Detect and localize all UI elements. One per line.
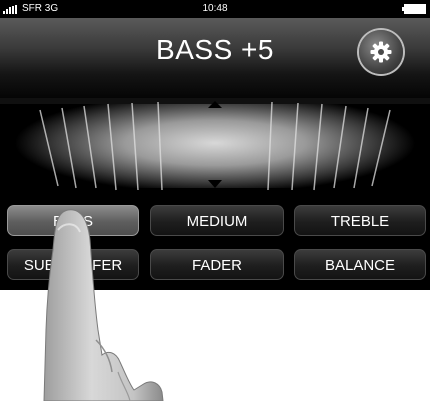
bass-button[interactable]: BASS bbox=[7, 205, 139, 236]
app-screen: SFR 3G 10:48 BASS +5 BASS MEDIUM TREBLE … bbox=[0, 0, 430, 290]
settings-button[interactable] bbox=[359, 30, 403, 74]
subwoofer-button[interactable]: SUBWOOFER bbox=[7, 249, 139, 280]
status-time: 10:48 bbox=[202, 3, 228, 14]
mode-buttons: BASS MEDIUM TREBLE SUBWOOFER FADER BALAN… bbox=[0, 198, 430, 290]
fader-button[interactable]: FADER bbox=[150, 249, 284, 280]
status-bar: SFR 3G 10:48 bbox=[0, 0, 430, 18]
medium-button[interactable]: MEDIUM bbox=[150, 205, 284, 236]
balance-button[interactable]: BALANCE bbox=[294, 249, 426, 280]
bass-level-meter bbox=[0, 98, 430, 198]
treble-button[interactable]: TREBLE bbox=[294, 205, 426, 236]
gear-icon bbox=[370, 41, 392, 63]
battery-icon bbox=[402, 4, 426, 14]
